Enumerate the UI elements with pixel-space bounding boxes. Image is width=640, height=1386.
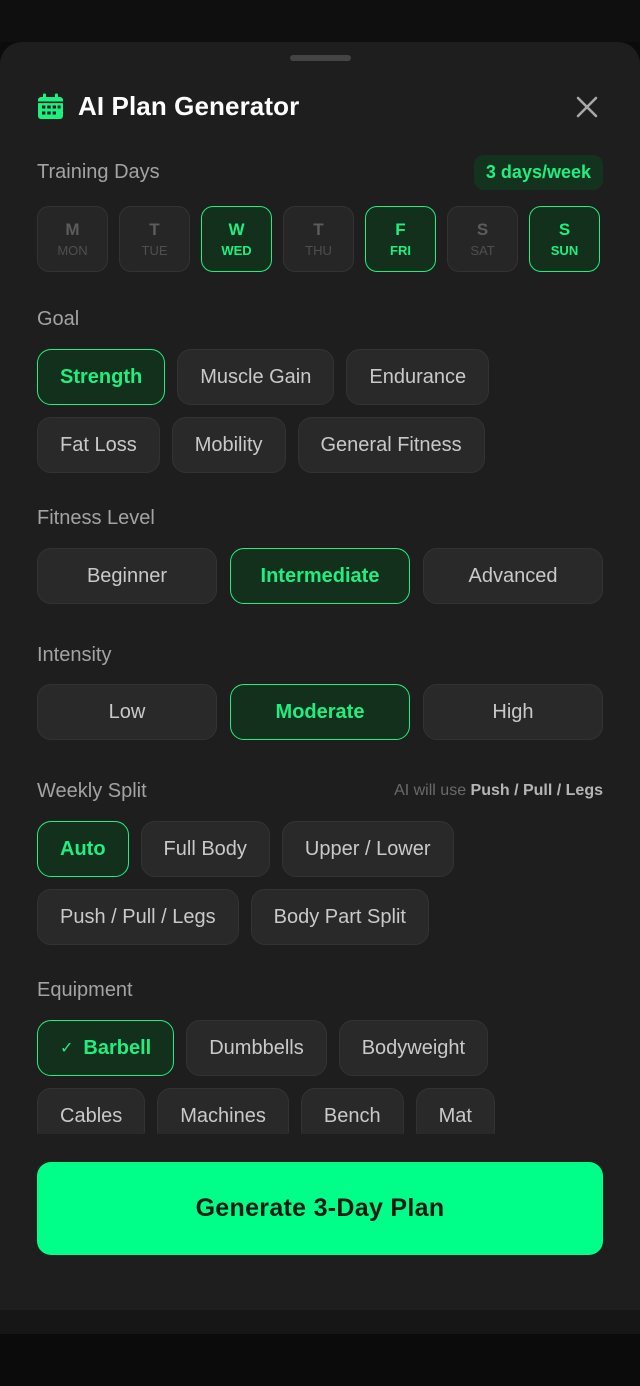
goal-label: Goal — [37, 308, 80, 330]
level-option-intermediate[interactable]: Intermediate — [230, 548, 410, 604]
scroll-fade — [0, 1134, 640, 1148]
equipment-option-label: Machines — [180, 1104, 266, 1127]
day-letter: T — [149, 220, 160, 239]
calendar-icon — [37, 93, 64, 120]
close-icon — [576, 96, 598, 118]
split-option-upper-lower[interactable]: Upper / Lower — [281, 821, 454, 877]
intensity-option-low[interactable]: Low — [37, 684, 217, 740]
intensity-option-label: Low — [108, 700, 146, 723]
goal-option-label: Muscle Gain — [200, 365, 312, 388]
goal-option-strength[interactable]: Strength — [37, 349, 166, 405]
equipment-option-label: Cables — [60, 1104, 123, 1127]
equipment-option-barbell[interactable]: ✓ Barbell — [37, 1020, 175, 1076]
split-option-label: Push / Pull / Legs — [60, 905, 216, 928]
check-icon: ✓ — [60, 1040, 74, 1057]
split-hint: AI will use Push / Pull / Legs — [394, 782, 603, 800]
day-toggle-fri[interactable]: F FRI — [365, 206, 436, 272]
day-abbr: THU — [305, 243, 332, 258]
day-letter: F — [395, 220, 406, 239]
day-letter: T — [313, 220, 324, 239]
split-option-label: Auto — [60, 837, 106, 860]
goal-option-label: Mobility — [194, 433, 263, 456]
goal-option-label: General Fitness — [320, 433, 462, 456]
day-abbr: SAT — [470, 243, 495, 258]
goal-option-label: Strength — [60, 365, 143, 388]
equipment-options-row-1: ✓ Barbell Dumbbells Bodyweight — [37, 1020, 489, 1076]
sheet-drag-handle[interactable] — [290, 55, 351, 61]
day-letter: M — [65, 220, 80, 239]
equipment-label: Equipment — [37, 979, 133, 1001]
intensity-option-moderate[interactable]: Moderate — [230, 684, 410, 740]
split-option-label: Body Part Split — [273, 905, 406, 928]
generate-plan-button[interactable]: Generate 3-Day Plan — [37, 1162, 603, 1255]
day-letter: S — [558, 220, 571, 239]
split-option-push-pull-legs[interactable]: Push / Pull / Legs — [37, 889, 239, 945]
equipment-option-label: Barbell — [83, 1036, 152, 1059]
split-option-auto[interactable]: Auto — [37, 821, 129, 877]
day-letter: S — [476, 220, 489, 239]
equipment-option-label: Mat — [438, 1104, 472, 1127]
day-toggle-sat[interactable]: S SAT — [447, 206, 518, 272]
split-hint-prefix: AI will use — [394, 782, 471, 799]
level-option-advanced[interactable]: Advanced — [423, 548, 603, 604]
goal-option-mobility[interactable]: Mobility — [171, 417, 286, 473]
goal-option-endurance[interactable]: Endurance — [346, 349, 490, 405]
day-toggle-wed[interactable]: W WED — [201, 206, 272, 272]
day-abbr: FRI — [390, 243, 411, 258]
split-option-label: Upper / Lower — [304, 837, 431, 860]
goal-options-row-1: Strength Muscle Gain Endurance — [37, 349, 490, 405]
split-option-full-body[interactable]: Full Body — [140, 821, 270, 877]
equipment-option-label: Dumbbells — [209, 1036, 304, 1059]
fitness-level-label: Fitness Level — [37, 507, 155, 529]
bottom-background — [0, 1334, 640, 1386]
day-toggle-tue[interactable]: T TUE — [119, 206, 190, 272]
goal-option-fat-loss[interactable]: Fat Loss — [37, 417, 160, 473]
days-per-week-badge: 3 days/week — [473, 155, 603, 190]
status-bar-area — [0, 0, 640, 42]
level-option-label: Beginner — [86, 564, 168, 587]
split-options-row-2: Push / Pull / Legs Body Part Split — [37, 889, 429, 945]
split-option-body-part-split[interactable]: Body Part Split — [250, 889, 429, 945]
equipment-option-label: Bodyweight — [361, 1036, 466, 1059]
intensity-options: Low Moderate High — [37, 684, 603, 740]
goal-option-muscle-gain[interactable]: Muscle Gain — [177, 349, 335, 405]
fitness-level-options: Beginner Intermediate Advanced — [37, 548, 603, 604]
goal-option-general-fitness[interactable]: General Fitness — [297, 417, 485, 473]
goal-option-label: Endurance — [369, 365, 467, 388]
day-abbr: WED — [221, 243, 252, 258]
day-toggle-mon[interactable]: M MON — [37, 206, 108, 272]
day-abbr: TUE — [141, 243, 168, 258]
intensity-option-high[interactable]: High — [423, 684, 603, 740]
close-button[interactable] — [574, 94, 600, 120]
intensity-option-label: High — [492, 700, 534, 723]
day-toggle-thu[interactable]: T THU — [283, 206, 354, 272]
intensity-label: Intensity — [37, 644, 112, 666]
sheet-header: AI Plan Generator — [37, 90, 299, 122]
goal-option-label: Fat Loss — [60, 433, 137, 456]
day-abbr: MON — [57, 243, 88, 258]
level-option-label: Advanced — [468, 564, 558, 587]
day-abbr: SUN — [550, 243, 579, 258]
equipment-option-bodyweight[interactable]: Bodyweight — [338, 1020, 489, 1076]
split-option-label: Full Body — [163, 837, 247, 860]
day-letter: W — [228, 220, 245, 239]
equipment-option-dumbbells[interactable]: Dumbbells — [186, 1020, 327, 1076]
page-title: AI Plan Generator — [78, 90, 300, 121]
plan-generator-sheet: AI Plan Generator Training Days 3 days/w… — [0, 42, 640, 1310]
training-days-selector: M MON T TUE W WED T THU F FRI S SAT S SUN — [37, 206, 600, 272]
goal-options-row-2: Fat Loss Mobility General Fitness — [37, 417, 485, 473]
day-toggle-sun[interactable]: S SUN — [529, 206, 600, 272]
training-days-label: Training Days — [37, 161, 160, 183]
level-option-beginner[interactable]: Beginner — [37, 548, 217, 604]
equipment-option-label: Bench — [323, 1104, 381, 1127]
split-options-row-1: Auto Full Body Upper / Lower — [37, 821, 454, 877]
weekly-split-label: Weekly Split — [37, 780, 147, 802]
intensity-option-label: Moderate — [275, 700, 365, 723]
level-option-label: Intermediate — [260, 564, 380, 587]
split-hint-value: Push / Pull / Legs — [470, 782, 603, 799]
home-indicator-area — [0, 1310, 640, 1334]
